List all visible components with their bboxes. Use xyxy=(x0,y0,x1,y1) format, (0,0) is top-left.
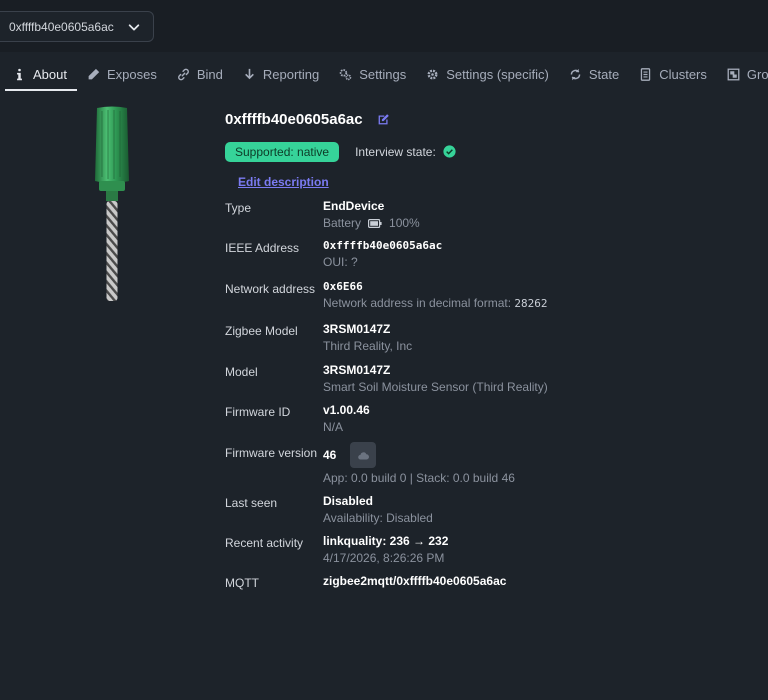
device-tabs: About Exposes Bind Reporting Settings Se… xyxy=(0,52,768,96)
refresh-icon xyxy=(570,68,581,80)
tab-reporting[interactable]: Reporting xyxy=(233,59,329,89)
edit-icon[interactable] xyxy=(377,113,390,126)
chevron-down-icon xyxy=(128,23,140,30)
detail-ieee: IEEE Address 0xffffb40e0605a6ac OUI: ? xyxy=(225,239,443,269)
tab-about[interactable]: About xyxy=(5,59,77,91)
arrow-down-icon xyxy=(245,68,254,79)
tab-groups[interactable]: Groups xyxy=(717,59,768,89)
battery-info: Battery 100% xyxy=(323,216,420,230)
battery-full-icon xyxy=(368,218,382,228)
tab-clusters[interactable]: Clusters xyxy=(629,59,717,89)
cogs-icon xyxy=(339,68,352,80)
top-bar: 0xffffb40e0605a6ac xyxy=(0,0,768,52)
detail-firmware-id: Firmware ID v1.00.46 N/A xyxy=(225,403,370,434)
interview-state: Interview state: xyxy=(355,145,456,159)
device-select[interactable]: 0xffffb40e0605a6ac xyxy=(0,11,154,42)
status-row: Supported: native Interview state: xyxy=(225,141,745,162)
cog-icon xyxy=(427,69,438,79)
object-group-icon xyxy=(727,68,740,80)
tab-state[interactable]: State xyxy=(559,59,629,89)
link-icon xyxy=(177,68,189,80)
device-title-row: 0xffffb40e0605a6ac xyxy=(225,108,745,130)
tab-bind[interactable]: Bind xyxy=(167,59,233,89)
detail-firmware-version: Firmware version 46 App: 0.0 build 0 | S… xyxy=(225,442,745,494)
soil-sensor-image xyxy=(95,106,129,301)
detail-network-address: Network address 0x6E66 Network address i… xyxy=(225,280,548,310)
detail-last-seen: Last seen Disabled Availability: Disable… xyxy=(225,494,433,525)
device-image xyxy=(90,105,134,305)
pen-icon xyxy=(88,68,100,79)
info-icon xyxy=(17,68,22,80)
detail-model: Model 3RSM0147Z Smart Soil Moisture Sens… xyxy=(225,363,548,394)
details-list: Type EndDevice Battery 100% IEEE Address… xyxy=(225,199,745,598)
tab-exposes[interactable]: Exposes xyxy=(77,59,167,89)
detail-mqtt: MQTT zigbee2mqtt/0xffffb40e0605a6ac xyxy=(225,574,507,590)
device-title: 0xffffb40e0605a6ac xyxy=(225,110,363,128)
detail-zigbee-model: Zigbee Model 3RSM0147Z Third Reality, In… xyxy=(225,322,413,353)
detail-recent-activity: Recent activity linkquality: 236 → 232 4… xyxy=(225,534,449,565)
device-select-value: 0xffffb40e0605a6ac xyxy=(9,19,114,34)
cloud-icon xyxy=(358,451,369,459)
tab-settings[interactable]: Settings xyxy=(329,59,416,89)
detail-type: Type EndDevice Battery 100% xyxy=(225,199,420,230)
device-details: 0xffffb40e0605a6ac Supported: native Int… xyxy=(225,108,745,598)
check-ota-button[interactable] xyxy=(350,442,377,468)
support-badge: Supported: native xyxy=(225,141,340,162)
list-icon xyxy=(640,67,651,81)
tab-settings-specific[interactable]: Settings (specific) xyxy=(416,59,559,89)
check-circle-icon xyxy=(443,145,456,158)
edit-description-link[interactable]: Edit description xyxy=(238,175,329,189)
